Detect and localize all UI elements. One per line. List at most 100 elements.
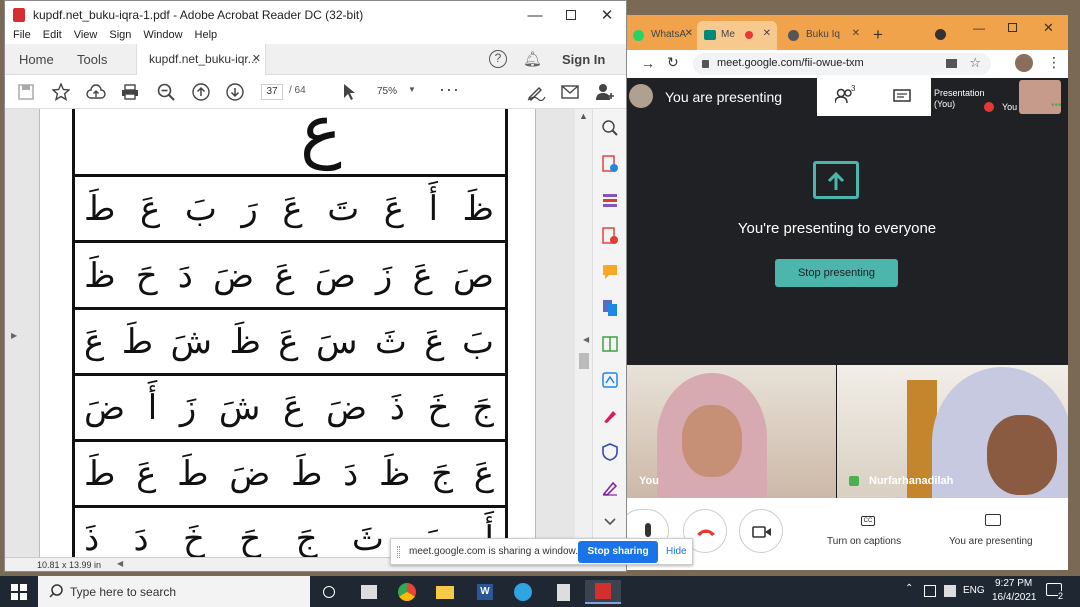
present-icon[interactable] bbox=[985, 514, 1001, 526]
language-indicator[interactable]: ENG bbox=[963, 585, 985, 596]
hscroll-left-icon[interactable]: ◀ bbox=[117, 559, 123, 568]
help-icon[interactable]: ? bbox=[489, 50, 507, 68]
hide-button[interactable]: Hide bbox=[666, 546, 687, 557]
tab-home[interactable]: Home bbox=[19, 52, 54, 67]
zoom-search-icon[interactable] bbox=[601, 119, 619, 137]
tray-chevron-icon[interactable]: ⌃ bbox=[905, 583, 913, 594]
chat-icon[interactable] bbox=[893, 89, 911, 105]
tile-other[interactable]: Nurfarhanadilah bbox=[837, 365, 1068, 498]
more-tools-chevron-icon[interactable] bbox=[601, 513, 619, 531]
star-icon[interactable] bbox=[50, 81, 72, 103]
mail-icon[interactable] bbox=[559, 81, 581, 103]
menu-sign[interactable]: Sign bbox=[109, 29, 131, 44]
minimize-button[interactable]: — bbox=[517, 1, 553, 29]
page-down-icon[interactable] bbox=[224, 81, 246, 103]
new-tab-icon[interactable]: + bbox=[873, 25, 883, 45]
tab-meet[interactable]: Me ✕ bbox=[697, 21, 777, 50]
tab-tools[interactable]: Tools bbox=[77, 52, 107, 67]
you-thumb-label[interactable]: You bbox=[1002, 102, 1017, 112]
more-tools-icon[interactable]: ··· bbox=[439, 79, 460, 100]
zoom-select[interactable]: 75% bbox=[377, 86, 397, 97]
tab-buku[interactable]: Buku Iq ✕ bbox=[782, 21, 862, 50]
right-panel-toggle-icon[interactable]: ◀ bbox=[583, 335, 589, 344]
bookmark-star-icon[interactable]: ☆ bbox=[969, 55, 981, 71]
file-explorer-icon[interactable] bbox=[430, 580, 460, 604]
zoom-out-icon[interactable] bbox=[155, 81, 177, 103]
taskbar-search-box[interactable]: Type here to search bbox=[38, 576, 310, 607]
store-icon[interactable] bbox=[354, 580, 384, 604]
stop-sharing-button[interactable]: Stop sharing bbox=[578, 541, 658, 563]
close-button[interactable]: ✕ bbox=[589, 1, 625, 29]
presenting-button[interactable]: You are presenting bbox=[949, 536, 1033, 547]
address-bar[interactable]: meet.google.com/fii-owue-txm ☆ bbox=[693, 53, 991, 75]
forward-icon[interactable]: → bbox=[641, 55, 655, 71]
sign-pen-icon[interactable] bbox=[525, 81, 547, 103]
menu-help[interactable]: Help bbox=[195, 29, 218, 44]
left-panel-toggle-icon[interactable]: ▶ bbox=[11, 331, 17, 340]
upload-cloud-icon[interactable] bbox=[85, 81, 107, 103]
protect-shield-icon[interactable] bbox=[601, 443, 619, 461]
compress-pdf-icon[interactable] bbox=[601, 335, 619, 353]
maximize-icon[interactable] bbox=[1008, 23, 1017, 32]
clock-time[interactable]: 9:27 PM bbox=[995, 578, 1032, 589]
more-options-icon[interactable]: ••• bbox=[1051, 100, 1062, 111]
signature-icon[interactable] bbox=[601, 479, 619, 497]
clock-date[interactable]: 16/4/2021 bbox=[992, 592, 1037, 603]
close-tab-icon[interactable]: ✕ bbox=[685, 28, 693, 39]
menu-window[interactable]: Window bbox=[143, 29, 182, 44]
minimize-icon[interactable]: — bbox=[973, 21, 985, 35]
tab-document[interactable]: kupdf.net_buku-iqr... ✕ bbox=[136, 44, 266, 75]
captions-button[interactable]: Turn on captions bbox=[827, 536, 901, 547]
close-icon[interactable]: ✕ bbox=[1043, 20, 1054, 36]
chevron-down-icon[interactable]: ▼ bbox=[408, 85, 416, 94]
tab-search-icon[interactable] bbox=[935, 29, 946, 40]
reload-icon[interactable]: ↻ bbox=[667, 54, 679, 71]
menu-edit[interactable]: Edit bbox=[43, 29, 62, 44]
presentation-thumb-label[interactable]: Presentation (You) bbox=[934, 88, 985, 110]
fill-sign-icon[interactable] bbox=[601, 407, 619, 425]
tray-app-icon[interactable] bbox=[924, 585, 936, 597]
stop-presenting-button[interactable]: Stop presenting bbox=[775, 259, 898, 287]
drag-handle-icon[interactable] bbox=[397, 546, 400, 558]
page-up-icon[interactable] bbox=[190, 81, 212, 103]
start-button[interactable] bbox=[4, 580, 34, 604]
captions-icon[interactable]: CC bbox=[861, 516, 875, 526]
enhance-scans-icon[interactable] bbox=[601, 371, 619, 389]
acrobat-taskbar-icon[interactable] bbox=[585, 580, 621, 604]
chrome-taskbar-icon[interactable] bbox=[392, 580, 422, 604]
close-tab-icon[interactable]: ✕ bbox=[852, 28, 860, 39]
save-icon[interactable] bbox=[15, 81, 37, 103]
extension-avatar-icon[interactable] bbox=[1015, 54, 1033, 72]
tile-you[interactable]: You bbox=[627, 365, 836, 498]
organize-pages-icon[interactable] bbox=[601, 191, 619, 209]
add-user-icon[interactable] bbox=[594, 81, 616, 103]
scroll-up-icon[interactable]: ▲ bbox=[579, 111, 588, 121]
export-pdf-icon[interactable] bbox=[601, 155, 619, 173]
pdf-viewer[interactable]: ▶ ع ظَ أَ عَ تَ عَ رَ بَ عَ طَ صَ عَ زَ صَ عَ ضَ دَ حَ ظ… bbox=[5, 109, 575, 557]
telegram-icon[interactable] bbox=[508, 580, 538, 604]
camera-icon[interactable] bbox=[946, 59, 957, 68]
print-icon[interactable] bbox=[119, 81, 141, 103]
menu-file[interactable]: File bbox=[13, 29, 31, 44]
word-icon[interactable]: W bbox=[470, 580, 500, 604]
bell-icon[interactable]: 🔔︎ bbox=[523, 50, 542, 68]
create-pdf-icon[interactable] bbox=[601, 227, 619, 245]
task-view-icon[interactable] bbox=[314, 580, 344, 604]
combine-files-icon[interactable] bbox=[601, 299, 619, 317]
close-tab-icon[interactable]: ✕ bbox=[763, 28, 771, 39]
comment-icon[interactable] bbox=[601, 263, 619, 281]
tab-label: Me bbox=[721, 29, 735, 40]
calculator-icon[interactable] bbox=[548, 580, 578, 604]
vertical-scrollbar[interactable]: ▲ ◀ bbox=[575, 109, 592, 557]
sign-in-button[interactable]: Sign In bbox=[562, 52, 605, 67]
chrome-menu-icon[interactable]: ⋮ bbox=[1047, 54, 1061, 71]
maximize-button[interactable] bbox=[553, 1, 589, 29]
tab-whatsapp[interactable]: WhatsA ✕ bbox=[627, 21, 693, 50]
page-number-input[interactable]: 37 bbox=[261, 84, 283, 100]
camera-button[interactable] bbox=[739, 509, 783, 553]
select-cursor-icon[interactable] bbox=[338, 81, 360, 103]
close-tab-icon[interactable]: ✕ bbox=[252, 52, 261, 65]
menu-view[interactable]: View bbox=[74, 29, 98, 44]
network-icon[interactable] bbox=[944, 585, 956, 597]
scroll-thumb[interactable] bbox=[579, 353, 589, 369]
